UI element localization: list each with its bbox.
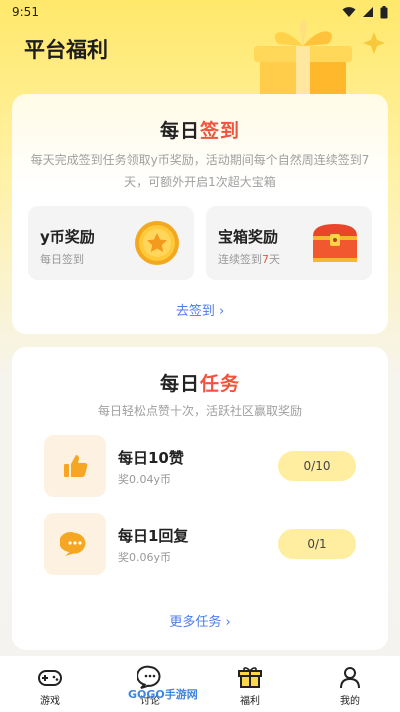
watermark-logo: GOGO手游网 bbox=[128, 688, 198, 701]
page-title: 平台福利 bbox=[24, 38, 108, 62]
task-icon-box bbox=[44, 435, 106, 497]
tab-mine[interactable]: 我的 bbox=[320, 664, 380, 707]
checkin-heading-accent: 签到 bbox=[200, 120, 241, 142]
task-heading-accent: 任务 bbox=[200, 373, 241, 395]
thumbs-up-icon bbox=[64, 455, 88, 477]
chevron-right-icon: › bbox=[225, 615, 231, 630]
task-progress-badge[interactable]: 0/10 bbox=[278, 451, 356, 481]
chevron-right-icon: › bbox=[218, 304, 225, 319]
status-time: 9:51 bbox=[12, 5, 39, 19]
checkin-heading: 每日签到 bbox=[12, 116, 388, 143]
gift-box-illustration bbox=[254, 20, 385, 106]
more-tasks-link[interactable]: 更多任务 › bbox=[12, 611, 388, 630]
gamepad-icon bbox=[38, 670, 62, 686]
checkin-heading-prefix: 每日 bbox=[159, 120, 200, 142]
reward-subtitle-days: 7 bbox=[262, 253, 269, 266]
tab-label: 我的 bbox=[340, 696, 360, 707]
task-name: 每日1回复 bbox=[118, 527, 189, 545]
task-description: 每日轻松点赞十次，活跃社区赢取奖励 bbox=[97, 404, 302, 418]
comment-icon bbox=[60, 532, 86, 556]
more-tasks-label: 更多任务 bbox=[169, 615, 222, 630]
tab-welfare[interactable]: 福利 bbox=[220, 664, 280, 707]
task-card: 每日任务 每日轻松点赞十次，活跃社区赢取奖励 每日10赞 奖0.04y币 0/1… bbox=[12, 347, 388, 650]
checkin-description: 每天完成签到任务领取y币奖励，活动期间每个自然周连续签到7天，可额外开启1次超大… bbox=[30, 153, 370, 189]
reward-subtitle-prefix: 连续签到 bbox=[218, 253, 262, 266]
reward-row: y币奖励 每日签到 宝箱奖励 连续签到7天 bbox=[28, 206, 372, 280]
reward-subtitle-suffix: 天 bbox=[269, 253, 280, 266]
go-checkin-label: 去签到 bbox=[175, 304, 215, 319]
treasure-chest-icon bbox=[313, 224, 357, 262]
gift-icon bbox=[238, 667, 262, 688]
coin-icon bbox=[135, 221, 179, 265]
task-progress-badge[interactable]: 0/1 bbox=[278, 529, 356, 559]
task-reward: 奖0.06y币 bbox=[118, 551, 172, 564]
reward-box-chest[interactable]: 宝箱奖励 连续签到7天 bbox=[206, 206, 372, 280]
task-name: 每日10赞 bbox=[118, 449, 184, 467]
task-heading: 每日任务 bbox=[12, 369, 388, 396]
task-item-reply[interactable]: 每日1回复 奖0.06y币 0/1 bbox=[44, 513, 356, 575]
tab-label: 游戏 bbox=[40, 696, 60, 707]
task-reward: 奖0.04y币 bbox=[118, 473, 172, 486]
task-icon-box bbox=[44, 513, 106, 575]
go-checkin-link[interactable]: 去签到 › bbox=[12, 300, 388, 319]
reward-box-coin[interactable]: y币奖励 每日签到 bbox=[28, 206, 194, 280]
bottom-tab-bar: 游戏 讨论 福利 我的 bbox=[0, 656, 400, 712]
user-icon bbox=[340, 667, 360, 689]
tab-label: 福利 bbox=[240, 696, 260, 707]
task-heading-prefix: 每日 bbox=[159, 373, 200, 395]
task-item-like[interactable]: 每日10赞 奖0.04y币 0/10 bbox=[44, 435, 356, 497]
checkin-card: 每日签到 每天完成签到任务领取y币奖励，活动期间每个自然周连续签到7天，可额外开… bbox=[12, 94, 388, 334]
tab-games[interactable]: 游戏 bbox=[20, 664, 80, 707]
